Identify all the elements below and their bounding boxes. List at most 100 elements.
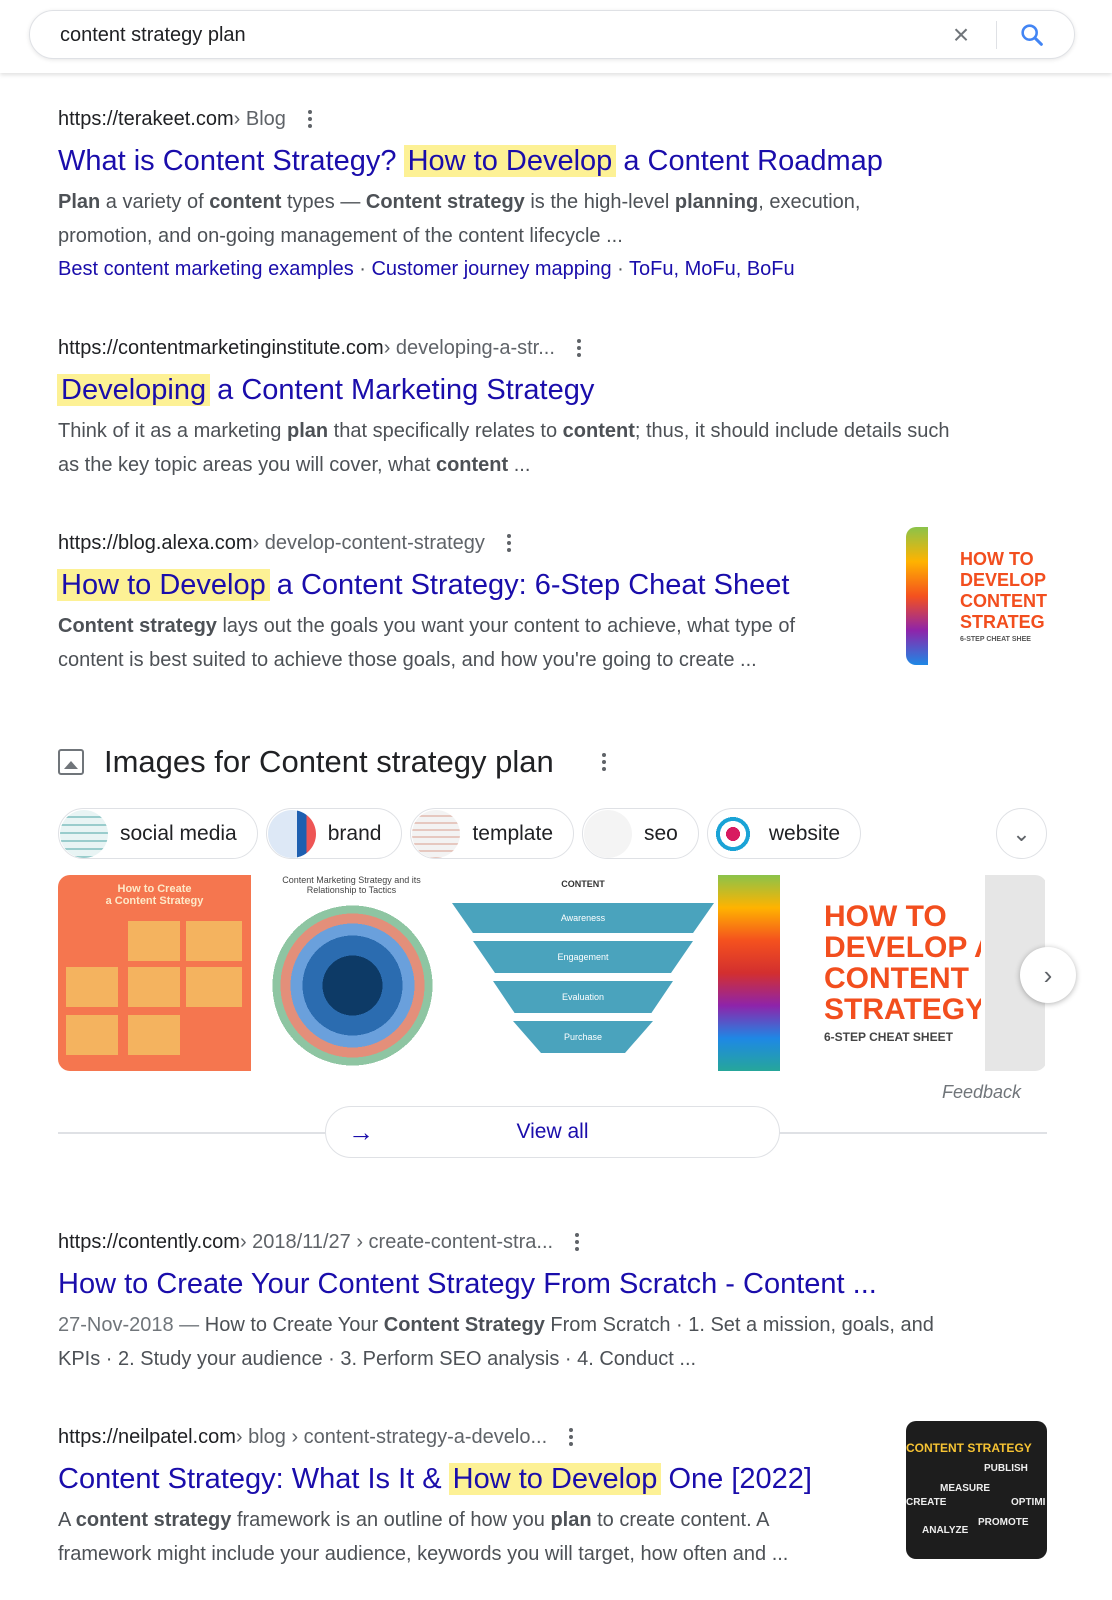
snippet-text: a variety of [100,191,210,213]
image-result[interactable]: How to Create a Content Strategy [58,875,251,1071]
chip-social-media[interactable]: social media [58,808,258,859]
funnel-stage: Purchase [513,1021,653,1053]
search-result: https://contentmarketinginstitute.com › … [57,336,958,482]
expand-chips-button[interactable]: ⌄ [996,808,1047,859]
result-thumbnail[interactable]: HOW TO DEVELOP CONTENT STRATEG 6-STEP CHEAT … [906,527,1047,665]
gallery-next-button[interactable]: › [1020,947,1076,1003]
search-icon[interactable] [1018,21,1046,49]
image-text: DEVELOP A [824,931,981,964]
image-result[interactable]: HOW TO DEVELOP A CONTENT STRATEGY 6-STEP… [718,875,981,1071]
chip-brand[interactable]: brand [265,808,403,859]
result-url[interactable]: https://contently.com › 2018/11/27 › cre… [58,1230,958,1254]
chip-label: seo [644,821,678,845]
chevron-down-icon: ⌄ [1012,820,1031,846]
snippet-text: ... [508,454,531,476]
more-options-icon[interactable] [569,1428,574,1446]
funnel-stage: Awareness [452,903,714,933]
snippet-text: is the high-level [524,191,675,213]
more-options-icon[interactable] [601,753,606,771]
sitelink[interactable]: ToFu, MoFu, BoFu [629,258,795,280]
close-icon[interactable]: × [948,21,974,49]
chip-template[interactable]: template [410,808,574,859]
snippet-text: Content strategy [365,191,525,213]
chip-thumbnail [267,809,316,858]
sitelink[interactable]: Best content marketing examples [58,258,354,280]
snippet-text: content [209,191,282,213]
image-icon [58,749,84,775]
snippet-text: How to Create Your [204,1314,384,1336]
result-title-link[interactable]: What is Content Strategy? How to Develop… [58,141,958,181]
title-text: a Content Roadmap [615,145,883,177]
snippet-text: content [562,420,635,442]
chip-thumbnail [708,809,757,858]
images-section-header: Images for Content strategy plan [58,742,606,782]
thumbnail-text: STRATEG [960,612,1045,632]
more-options-icon[interactable] [575,1233,580,1251]
chip-label: website [768,821,841,845]
image-text: CONTENT [824,962,969,995]
chip-label: brand [327,821,382,845]
result-breadcrumb: › developing-a-str... [383,336,555,359]
thumbnail-text: 6-STEP CHEAT SHEE [960,636,1031,643]
title-text: How to Create Your Content Strategy From… [58,1268,877,1300]
thumbnail-text: CONTENT STRATEGY [906,1441,1032,1455]
thumbnail-text: MEASURE [940,1483,991,1494]
title-text: Content Strategy: What Is It & [58,1463,450,1495]
image-result[interactable]: CONTENT Awareness Engagement Evaluation … [452,875,714,1071]
feedback-link[interactable]: Feedback [942,1082,1021,1103]
title-highlight: Developing [57,374,211,406]
result-snippet: Plan a variety of content types — Conten… [58,185,958,253]
chip-website[interactable]: website [706,808,862,859]
title-highlight: How to Develop [57,569,270,601]
search-input[interactable] [60,24,910,47]
snippet-text: that specifically relates to [328,420,563,442]
chip-label: social media [120,821,237,845]
arrow-right-icon: → [348,1116,374,1147]
result-title-link[interactable]: Developing a Content Marketing Strategy [57,370,958,410]
search-result: https://blog.alexa.com › develop-content… [57,531,858,677]
chip-label: template [472,821,553,845]
result-title-link[interactable]: How to Create Your Content Strategy From… [58,1264,958,1304]
result-snippet: Content strategy lays out the goals you … [58,609,858,677]
search-result: https://terakeet.com › Blog What is Conte… [58,107,958,284]
result-title-link[interactable]: Content Strategy: What Is It & How to De… [58,1459,858,1499]
snippet-text: Think of it as a marketing [58,420,287,442]
chip-thumbnail [412,809,461,858]
snippet-text: Content Strategy [383,1314,545,1336]
thumbnail-text: DEVELOP [960,570,1047,590]
thumbnail-text: CREATE [906,1497,947,1508]
more-options-icon[interactable] [576,339,581,357]
search-result: https://neilpatel.com › blog › content-s… [58,1425,858,1571]
result-thumbnail[interactable]: CONTENT STRATEGY PUBLISH MEASURE CREATE OPTI… [906,1421,1047,1559]
chip-seo[interactable]: seo [582,808,699,859]
thumbnail-text: HOW TO [960,549,1034,569]
result-snippet: 27-Nov-2018 — How to Create Your Content… [58,1308,958,1376]
snippet-text: content strategy [75,1509,232,1531]
image-text: 6-STEP CHEAT SHEET [824,1030,953,1044]
result-url[interactable]: https://terakeet.com › Blog [58,107,958,131]
snippet-text: 27-Nov-2018 — [58,1314,205,1336]
result-url[interactable]: https://blog.alexa.com › develop-content… [58,531,858,555]
title-text: What is Content Strategy? [58,145,405,177]
view-all-button[interactable]: → View all [325,1106,780,1158]
image-text: Relationship to Tactics [306,885,397,895]
thumbnail-text: PUBLISH [984,1463,1028,1474]
result-url[interactable]: https://neilpatel.com › blog › content-s… [58,1425,858,1449]
result-breadcrumb: › Blog [233,107,286,130]
image-result[interactable]: Content Marketing Strategy and its Relat… [255,875,448,1071]
snippet-text: Content strategy [58,615,217,637]
result-url[interactable]: https://contentmarketinginstitute.com › … [58,336,958,360]
result-title-link[interactable]: How to Develop a Content Strategy: 6-Ste… [57,565,858,605]
image-text: How to Create [117,883,192,895]
snippet-text: content [435,454,509,476]
more-options-icon[interactable] [506,534,511,552]
chip-thumbnail [60,809,108,858]
result-breadcrumb: › 2018/11/27 › create-content-stra... [239,1230,554,1253]
images-heading: Images for Content strategy plan [104,744,554,779]
thumbnail-text: OPTIMI [1011,1497,1046,1508]
title-text: a Content Marketing Strategy [209,374,595,406]
sitelink[interactable]: Customer journey mapping [371,258,611,280]
more-options-icon[interactable] [307,110,312,128]
snippet-text: Plan [58,191,101,213]
image-text: a Content Strategy [105,895,204,907]
